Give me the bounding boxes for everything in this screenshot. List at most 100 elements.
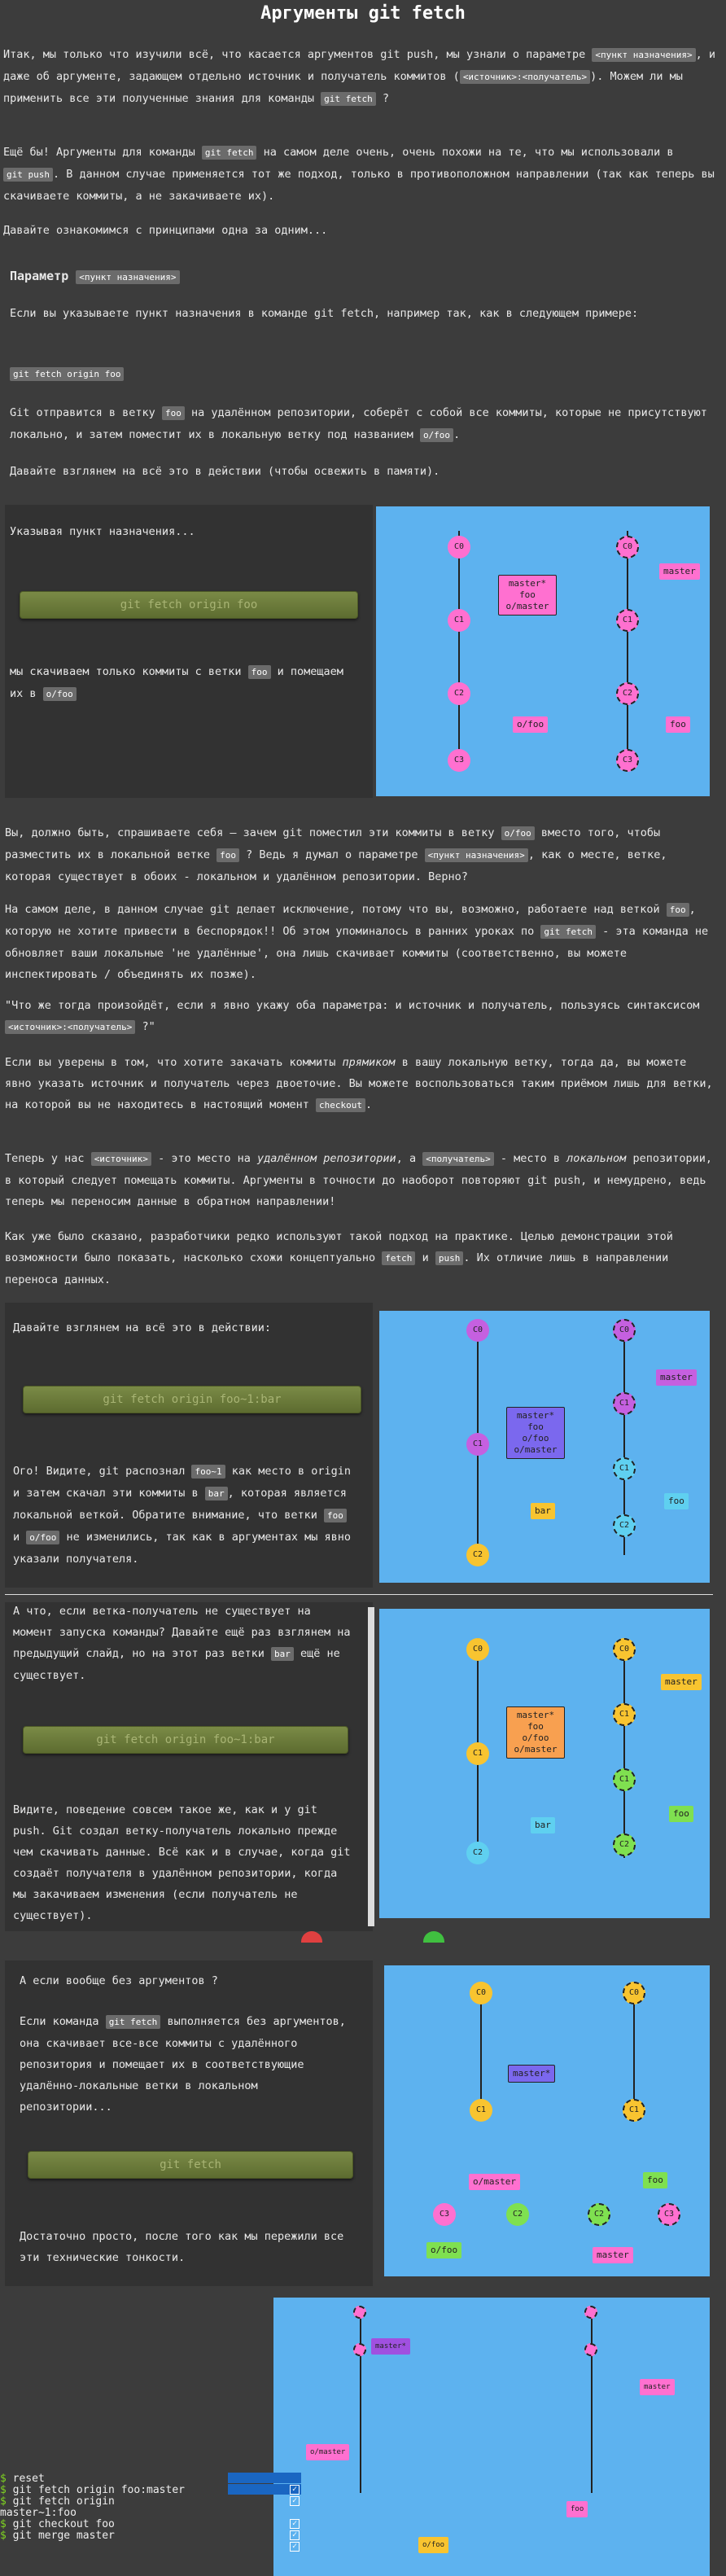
- branch-label: o/master: [306, 2444, 350, 2460]
- scrollbar[interactable]: [368, 1607, 374, 1926]
- terminal[interactable]: $ reset $ git fetch origin foo:master $ …: [0, 2470, 309, 2576]
- intro-paragraph-3: Давайте ознакомимся с принципами одна за…: [3, 224, 328, 237]
- commit-node: C3: [433, 2203, 456, 2226]
- branch-label-master: master* foo o/foo o/master: [506, 1706, 565, 1759]
- check-icon: ✓: [290, 2496, 300, 2506]
- demo2-text-top: Давайте взглянем на всё это в действии:: [13, 1321, 271, 1334]
- remote-branch-master: master: [656, 1369, 697, 1386]
- section2-paragraph-2: На самом деле, в данном случае git делае…: [5, 903, 709, 981]
- commit-node: C2: [448, 682, 470, 705]
- check-icon: ✓: [290, 2542, 300, 2552]
- next-button[interactable]: [423, 1931, 444, 1943]
- branch-label-o-master: o/master: [469, 2174, 520, 2190]
- commit-node: C3: [448, 749, 470, 772]
- section2-paragraph-5: Теперь у нас <источник> - это место на у…: [5, 1152, 712, 1208]
- commit-line: [458, 531, 460, 759]
- remote-commit-node: C1: [616, 609, 639, 632]
- demo2-command-button[interactable]: git fetch origin foo~1:bar: [23, 1386, 361, 1413]
- section1-paragraph-3: Давайте взглянем на всё это в действии (…: [10, 465, 440, 478]
- demo3-text-bottom: Видите, поведение совсем такое же, как и…: [13, 1803, 351, 1922]
- demo2-text: Ого! Видите, git распознал foo~1 как мес…: [13, 1465, 352, 1566]
- demo1-visualization: C0 C1 C2 C3 master* foo o/master o/foo C0 …: [376, 506, 710, 796]
- demo1-text-bottom: мы скачиваем только коммиты с ветки foo …: [10, 665, 343, 701]
- commit-node: C1: [466, 1742, 489, 1765]
- branch-label: o/foo: [418, 2537, 449, 2553]
- terminal-line: $ git merge master: [0, 2530, 115, 2542]
- demo3-command-button[interactable]: git fetch origin foo~1:bar: [23, 1726, 348, 1754]
- commit-line: [627, 531, 628, 759]
- remote-commit-node: C1: [613, 1703, 636, 1726]
- remote-commit-node: C0: [623, 1982, 645, 2004]
- commit-line: [623, 1638, 625, 1858]
- remote-commit-node: C3: [658, 2203, 680, 2226]
- terminal-line: $ git checkout foo: [0, 2518, 115, 2530]
- branch-label: master: [640, 2379, 675, 2395]
- branch-label-master: master* foo o/foo o/master: [506, 1407, 565, 1459]
- demo4-command-button[interactable]: git fetch: [28, 2151, 353, 2179]
- branch-label: foo: [566, 2501, 588, 2517]
- terminal-line: master~1:foo: [0, 2507, 77, 2519]
- commit-line: [480, 1990, 482, 2112]
- remote-branch-master: master: [659, 563, 700, 580]
- commit-node: C2: [466, 1842, 489, 1864]
- remote-branch-foo: foo: [666, 716, 690, 733]
- demo3-visualization: C0 C1 C2 master* foo o/foo o/master bar …: [379, 1609, 710, 1918]
- code-example: git fetch origin foo: [10, 363, 125, 385]
- code-git-fetch: git fetch: [201, 146, 257, 160]
- check-icon: ✓: [290, 2530, 300, 2540]
- section2-paragraph-1: Вы, должно быть, спрашиваете себя — заче…: [5, 826, 667, 883]
- intro-paragraph-1: Итак, мы только что изучили всё, что кас…: [3, 48, 715, 106]
- remote-commit-node: C0: [616, 536, 639, 559]
- remote-branch-foo: foo: [643, 2172, 667, 2188]
- remote-commit-node: [584, 2306, 597, 2319]
- level-visualization: master* o/master o/foo master foo: [273, 2298, 710, 2576]
- branch-label-o-foo: o/foo: [426, 2242, 462, 2258]
- divider: [5, 1594, 713, 1595]
- section2-paragraph-3: "Что же тогда произойдёт, если я явно ук…: [5, 999, 700, 1034]
- remote-commit-node: [584, 2343, 597, 2356]
- prev-button[interactable]: [301, 1931, 322, 1943]
- remote-commit-node: C1: [623, 2099, 645, 2122]
- commit-node: C1: [470, 2099, 492, 2122]
- commit-node: C1: [448, 609, 470, 632]
- branch-label-bar: bar: [531, 1817, 555, 1833]
- demo1-panel: [5, 505, 373, 798]
- branch-label-o-foo: o/foo: [513, 716, 549, 733]
- demo4-visualization: C0 C1 C3 C2 master* o/master o/foo C0 C1…: [384, 1965, 710, 2276]
- demo1-text-top: Указывая пункт назначения...: [10, 525, 195, 538]
- branch-label: master*: [371, 2338, 410, 2355]
- remote-branch-master: master: [661, 1674, 702, 1690]
- remote-commit-node: C0: [613, 1638, 636, 1661]
- branch-label-master: master*: [508, 2065, 556, 2083]
- terminal-highlight: [228, 2473, 301, 2483]
- check-icon: ✓: [290, 2485, 300, 2495]
- commit-node: C0: [448, 536, 470, 559]
- commit-node: C2: [466, 1544, 489, 1566]
- remote-branch-foo: foo: [664, 1493, 689, 1509]
- demo4-text: Если команда git fetch выполняется без а…: [20, 2015, 346, 2114]
- commit-node: C0: [466, 1319, 489, 1342]
- remote-commit-node: C3: [616, 749, 639, 772]
- code-git-fetch: git fetch: [321, 92, 376, 106]
- terminal-line: $ reset: [0, 2473, 45, 2485]
- section1-paragraph-1: Если вы указываете пункт назначения в ко…: [10, 307, 639, 320]
- terminal-line: $ git fetch origin foo:master: [0, 2484, 185, 2496]
- remote-commit-node: C0: [613, 1319, 636, 1342]
- remote-commit-node: C1: [613, 1392, 636, 1415]
- remote-branch-master: master: [593, 2247, 633, 2263]
- branch-label-master: master* foo o/master: [498, 575, 557, 616]
- commit-node: C2: [506, 2203, 529, 2226]
- page-title: Аргументы git fetch: [260, 3, 466, 24]
- code-git-push: git push: [3, 168, 53, 182]
- commit-line: [360, 2314, 361, 2493]
- code-source-dest: <источник>:<получатель>: [459, 70, 591, 84]
- intro-paragraph-2: Ещё бы! Аргументы для команды git fetch …: [3, 146, 715, 203]
- terminal-line: $ git fetch origin: [0, 2495, 115, 2508]
- branch-label-bar: bar: [531, 1503, 555, 1519]
- demo1-command-button[interactable]: git fetch origin foo: [20, 591, 358, 619]
- commit-node: C1: [466, 1433, 489, 1456]
- remote-commit-node: C1: [613, 1457, 636, 1480]
- section2-paragraph-4: Если вы уверены в том, что хотите закача…: [5, 1056, 713, 1112]
- remote-commit-node: C2: [616, 682, 639, 705]
- commit-node: C0: [470, 1982, 492, 2004]
